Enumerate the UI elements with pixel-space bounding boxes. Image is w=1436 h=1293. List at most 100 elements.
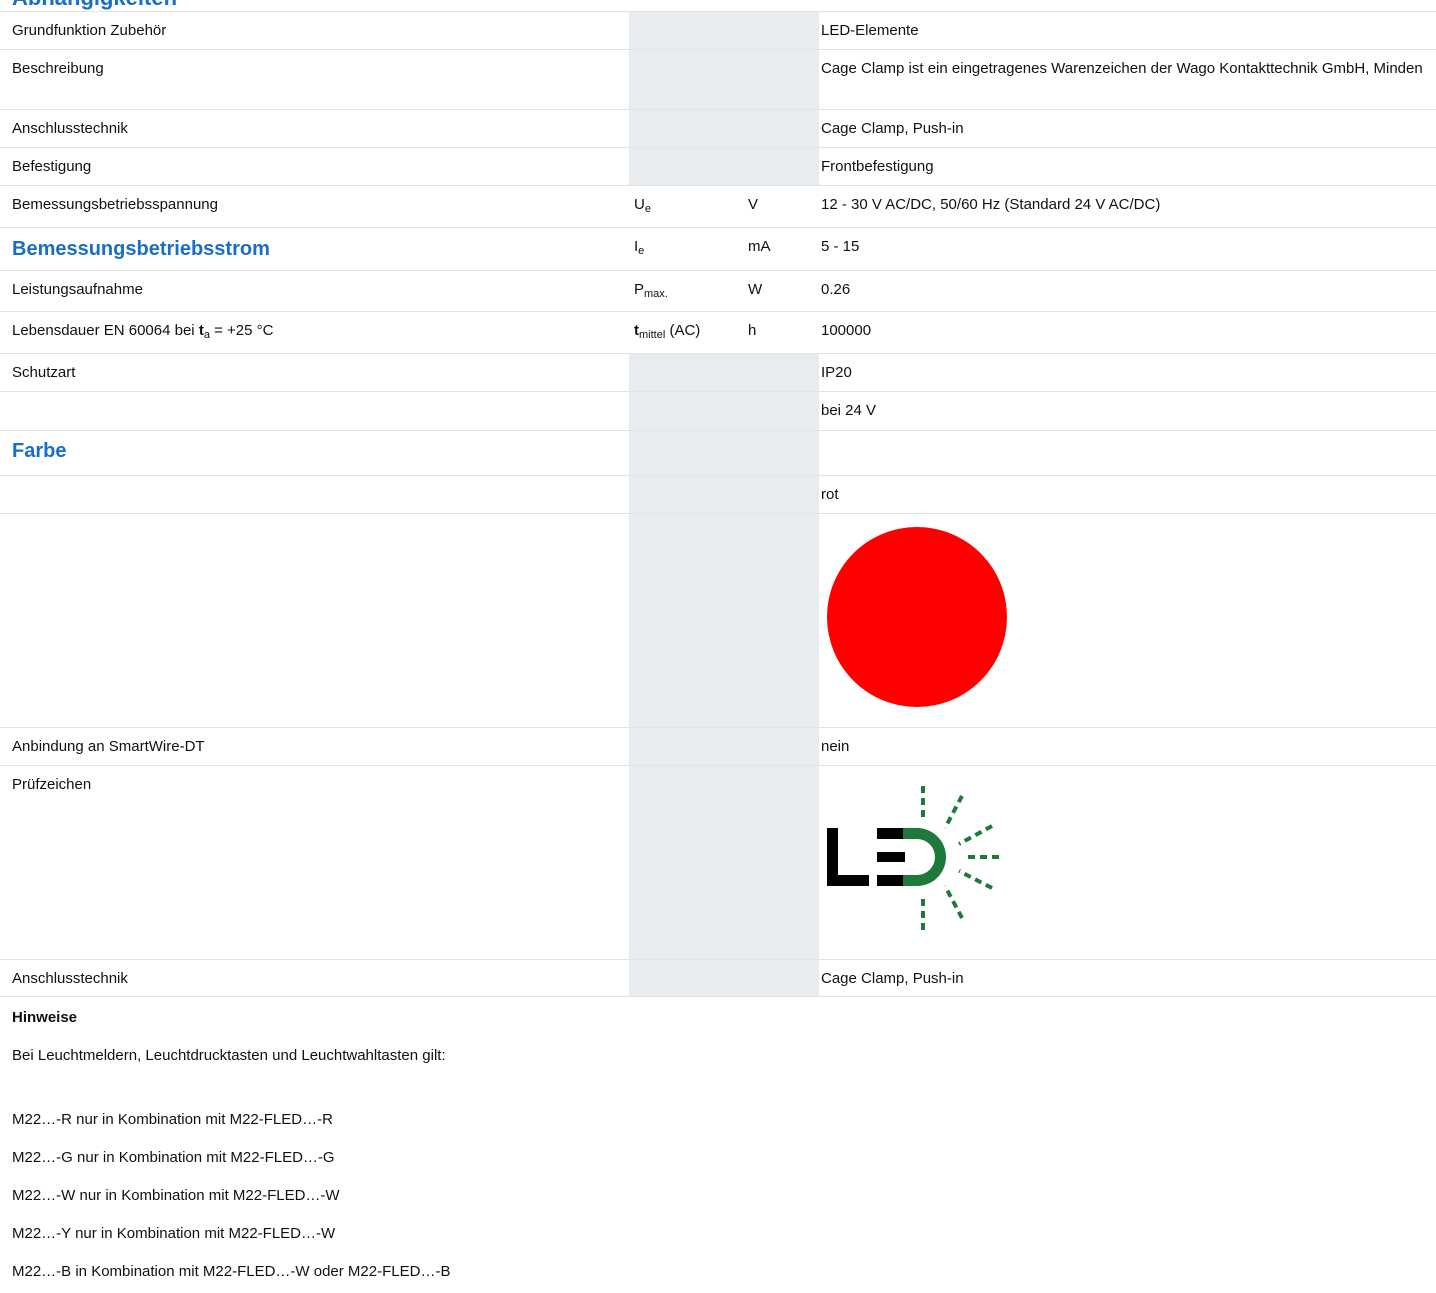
row-unit — [743, 12, 819, 49]
notes-spacer — [12, 1075, 1412, 1101]
row-label: Grundfunktion Zubehör — [12, 22, 167, 39]
row-label — [0, 476, 629, 513]
logo-ray — [958, 869, 993, 890]
row-unit — [743, 514, 819, 727]
row-label: Beschreibung — [12, 60, 104, 77]
row-label: Lebensdauer EN 60064 bei ta = +25 °C — [12, 322, 274, 341]
notes-intro: Bei Leuchtmeldern, Leuchtdrucktasten und… — [12, 1047, 446, 1064]
row-unit — [743, 728, 819, 765]
row-value: bei 24 V — [821, 402, 877, 419]
row-unit — [743, 431, 819, 475]
spec-table: Grundfunktion Zubehör LED-Elemente Besch… — [0, 11, 1436, 997]
row-label: Anschlusstechnik — [12, 970, 128, 987]
row-label: Befestigung — [12, 158, 92, 175]
table-row: Anbindung an SmartWire-DT nein — [0, 727, 1436, 765]
section-heading-dependencies: Abhängigkeiten — [12, 0, 177, 10]
row-symbol — [629, 110, 743, 147]
table-row: Beschreibung Cage Clamp ist ein eingetra… — [0, 49, 1436, 109]
row-label: Bemessungsbetriebsspannung — [12, 196, 218, 213]
row-label: Farbe — [12, 440, 67, 462]
row-symbol — [629, 514, 743, 727]
logo-letter-e-bottom — [877, 875, 905, 886]
row-value — [819, 514, 1436, 727]
row-unit — [743, 392, 819, 430]
row-symbol — [629, 148, 743, 185]
row-label: Bemessungsbetriebsstrom — [12, 238, 270, 260]
row-symbol — [629, 476, 743, 513]
row-unit — [743, 960, 819, 996]
red-color-swatch — [827, 527, 1007, 707]
table-row: Bemessungsbetriebsspannung Ue V 12 - 30 … — [0, 185, 1436, 227]
logo-letter-d — [903, 828, 946, 886]
row-value: Cage Clamp, Push-in — [821, 970, 964, 987]
logo-ray — [958, 824, 993, 846]
notes-section: Hinweise Bei Leuchtmeldern, Leuchtdruckt… — [12, 999, 1412, 1291]
row-value: 5 - 15 — [821, 238, 860, 255]
row-symbol — [629, 392, 743, 430]
note-item: M22…-R nur in Kombination mit M22-FLED…-… — [12, 1111, 333, 1128]
row-value: Frontbefestigung — [821, 158, 934, 175]
row-label — [0, 392, 629, 430]
notes-heading: Hinweise — [12, 1009, 78, 1026]
row-symbol — [629, 766, 743, 959]
row-label — [0, 514, 629, 727]
row-symbol: tmittel (AC) — [634, 322, 701, 341]
table-row: Farbe — [0, 430, 1436, 475]
table-row: Bemessungsbetriebsstrom Ie mA 5 - 15 — [0, 227, 1436, 270]
row-value: rot — [821, 486, 839, 503]
row-value — [819, 431, 1436, 475]
row-value: 12 - 30 V AC/DC, 50/60 Hz (Standard 24 V… — [821, 196, 1161, 213]
note-item: M22…-G nur in Kombination mit M22-FLED…-… — [12, 1149, 335, 1166]
row-label: Anbindung an SmartWire-DT — [12, 738, 205, 755]
row-symbol: Ue — [634, 196, 651, 215]
row-value: 100000 — [821, 322, 872, 339]
table-row: rot — [0, 475, 1436, 513]
row-symbol: Ie — [634, 238, 645, 257]
row-symbol — [629, 431, 743, 475]
table-row — [0, 513, 1436, 727]
row-value: Cage Clamp, Push-in — [821, 120, 964, 137]
row-label: Schutzart — [12, 364, 76, 381]
logo-ray — [943, 795, 964, 829]
row-label: Prüfzeichen — [12, 776, 92, 793]
row-symbol — [629, 12, 743, 49]
row-value: IP20 — [821, 364, 852, 381]
table-row: Anschlusstechnik Cage Clamp, Push-in — [0, 109, 1436, 147]
row-symbol — [629, 354, 743, 391]
row-unit — [743, 50, 819, 109]
table-row: Schutzart IP20 — [0, 353, 1436, 391]
logo-light-rays — [921, 786, 999, 930]
note-item: M22…-Y nur in Kombination mit M22-FLED…-… — [12, 1225, 336, 1242]
table-row: Grundfunktion Zubehör LED-Elemente — [0, 11, 1436, 49]
row-symbol — [629, 728, 743, 765]
row-unit: W — [748, 281, 763, 298]
logo-ray — [943, 885, 964, 919]
row-value — [819, 766, 1436, 959]
row-unit — [743, 354, 819, 391]
table-row: bei 24 V — [0, 391, 1436, 430]
led-certification-logo — [827, 786, 999, 930]
row-unit: V — [748, 196, 759, 213]
row-value: nein — [821, 738, 850, 755]
row-unit — [743, 476, 819, 513]
row-value: 0.26 — [821, 281, 851, 298]
table-row: Leistungsaufnahme Pmax. W 0.26 — [0, 270, 1436, 311]
row-label: Anschlusstechnik — [12, 120, 128, 137]
table-row: Lebensdauer EN 60064 bei ta = +25 °C tmi… — [0, 311, 1436, 353]
note-item: M22…-W nur in Kombination mit M22-FLED…-… — [12, 1187, 340, 1204]
row-symbol — [629, 50, 743, 109]
note-item: M22…-B in Kombination mit M22-FLED…-W od… — [12, 1263, 451, 1280]
logo-letter-e-middle — [877, 852, 905, 862]
row-symbol: Pmax. — [634, 281, 668, 300]
row-unit — [743, 148, 819, 185]
row-unit — [743, 766, 819, 959]
table-row: Anschlusstechnik Cage Clamp, Push-in — [0, 959, 1436, 997]
table-row: Prüfzeichen — [0, 765, 1436, 959]
row-value: Cage Clamp ist ein eingetragenes Warenze… — [821, 60, 1423, 77]
logo-letter-l-base — [827, 875, 869, 886]
table-row: Befestigung Frontbefestigung — [0, 147, 1436, 185]
row-unit — [743, 110, 819, 147]
row-unit: h — [748, 322, 757, 339]
row-symbol — [629, 960, 743, 996]
row-value: LED-Elemente — [821, 22, 919, 39]
